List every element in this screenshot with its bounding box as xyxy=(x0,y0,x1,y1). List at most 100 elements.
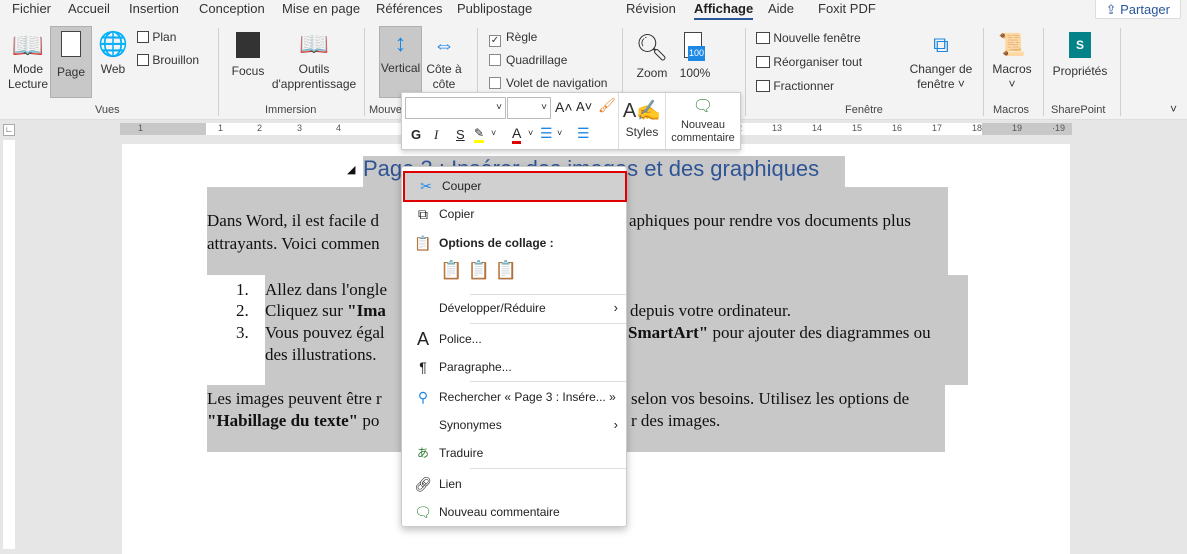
tab-references[interactable]: Références xyxy=(376,1,442,16)
menu-item-new-comment[interactable]: 🗨 Nouveau commentaire xyxy=(402,499,626,525)
list-item: Allez dans l'ongle xyxy=(265,280,388,299)
paragraph-icon: ¶ xyxy=(419,359,427,375)
menu-item-paragraph[interactable]: ¶ Paragraphe... xyxy=(402,354,626,380)
draft-icon xyxy=(137,54,149,66)
clipboard-icon: 📋 xyxy=(414,235,432,251)
menu-item-synonyms[interactable]: Synonymes › xyxy=(402,412,626,438)
web-icon: 🌐 xyxy=(98,31,128,58)
tab-aide[interactable]: Aide xyxy=(768,1,794,16)
underline-button[interactable]: S xyxy=(456,127,465,142)
bold-button[interactable]: G xyxy=(411,127,421,142)
tab-publipostage[interactable]: Publipostage xyxy=(457,1,532,16)
shrink-font-icon[interactable]: A˅ xyxy=(576,99,592,114)
chevron-right-icon: › xyxy=(613,300,618,315)
menu-item-search[interactable]: ⚲ Rechercher « Page 3 : Insére... » xyxy=(402,384,626,410)
new-window-icon xyxy=(756,32,770,44)
split-icon xyxy=(756,80,770,92)
vertical-ruler[interactable] xyxy=(3,140,15,549)
list-item: Cliquez sur "Ima xyxy=(265,301,386,320)
paragraph-text: attrayants. Voici commen xyxy=(207,234,380,253)
plan-button[interactable]: Plan xyxy=(137,30,176,44)
reorganiser-button[interactable]: Réorganiser tout xyxy=(756,55,862,69)
menu-item-copy[interactable]: ⧉ Copier xyxy=(402,201,626,227)
page-view-button[interactable]: Page xyxy=(50,26,92,98)
paste-text-only-icon[interactable]: 📋 xyxy=(495,260,517,280)
web-view-button[interactable]: 🌐 Web xyxy=(94,28,132,98)
menu-item-cut[interactable]: ✂ Couper xyxy=(403,171,627,202)
list-number: 3. xyxy=(236,323,249,342)
tab-accueil[interactable]: Accueil xyxy=(68,1,110,16)
list-item: Vous pouvez égal xyxy=(265,323,385,342)
magnifier-icon: 🔍︎ xyxy=(635,32,669,62)
collapse-heading-icon[interactable]: ◢ xyxy=(347,163,355,176)
changer-fenetre-button[interactable]: ⧉ Changer de fenêtre ˅ xyxy=(905,28,977,98)
regle-checkbox[interactable]: ✓ Règle xyxy=(489,30,537,47)
zoom-100-button[interactable]: 100 100% xyxy=(676,28,714,98)
grow-font-icon[interactable]: A˄ xyxy=(555,99,573,115)
tab-foxit-pdf[interactable]: Foxit PDF xyxy=(818,1,876,16)
group-label-immersion: Immersion xyxy=(265,104,317,116)
group-label-macros: Macros xyxy=(993,104,1030,116)
tab-insertion[interactable]: Insertion xyxy=(129,1,179,16)
nouvelle-fenetre-button[interactable]: Nouvelle fenêtre xyxy=(756,31,861,45)
paragraph-text: Les images peuvent être r xyxy=(207,389,382,408)
paste-merge-formatting-icon[interactable]: 📋 xyxy=(467,260,489,280)
new-comment-button[interactable]: 🗨 Nouveau commentaire xyxy=(666,95,740,147)
tab-mise-en-page[interactable]: Mise en page xyxy=(282,1,360,16)
link-icon: 🔗︎ xyxy=(414,476,432,492)
arrange-icon xyxy=(756,56,770,68)
tab-affichage[interactable]: Affichage xyxy=(694,1,754,20)
page-100-icon: 100 xyxy=(676,28,714,66)
zoom-button[interactable]: 🔍︎ Zoom xyxy=(630,28,674,98)
font-color-icon[interactable]: A xyxy=(512,125,522,144)
fractionner-button[interactable]: Fractionner xyxy=(756,79,834,93)
bullets-icon[interactable]: ☰ xyxy=(540,125,553,142)
tab-conception[interactable]: Conception xyxy=(199,1,265,16)
page-icon xyxy=(61,31,81,57)
focus-button[interactable]: Focus xyxy=(226,28,270,98)
italic-button[interactable]: I xyxy=(434,127,438,143)
scissors-icon: ✂ xyxy=(420,178,432,194)
format-painter-icon[interactable]: 🖌 xyxy=(598,97,616,114)
share-icon: ⇪ xyxy=(1105,2,1121,17)
tab-stop-selector[interactable]: ∟ xyxy=(3,124,15,136)
collapse-ribbon-icon[interactable]: ˅ xyxy=(1170,102,1177,116)
group-label-vues: Vues xyxy=(95,104,120,116)
font-name-dropdown[interactable]: ˅ xyxy=(405,97,506,119)
proprietes-button[interactable]: S Propriétés xyxy=(1048,28,1112,98)
menu-item-font[interactable]: A Police... xyxy=(402,326,626,352)
menu-item-link[interactable]: 🔗︎ Lien xyxy=(402,471,626,497)
paste-options: 📋 📋 📋 xyxy=(440,260,517,281)
comment-add-icon: 🗨 xyxy=(414,504,432,520)
chevron-right-icon: › xyxy=(613,417,618,432)
copy-icon: ⧉ xyxy=(418,206,428,222)
styles-button[interactable]: A✍ Styles xyxy=(620,97,664,147)
menu-item-translate[interactable]: あ Traduire xyxy=(402,440,626,466)
volet-navigation-checkbox[interactable]: Volet de navigation xyxy=(489,76,607,90)
brouillon-button[interactable]: Brouillon xyxy=(137,53,199,67)
share-button[interactable]: ⇪ Partager xyxy=(1094,0,1181,19)
mode-lecture-button[interactable]: 📖 Mode Lecture xyxy=(6,28,50,98)
vertical-scroll-icon: ↕ xyxy=(394,30,407,57)
numbering-icon[interactable]: ☰ xyxy=(577,125,590,142)
cote-a-cote-button[interactable]: ⇔ Côte à côte xyxy=(424,28,464,98)
group-label-fenetre: Fenêtre xyxy=(845,104,883,116)
tab-revision[interactable]: Révision xyxy=(626,1,676,16)
paragraph-text: "Habillage du texte" po xyxy=(207,411,380,430)
outils-apprentissage-button[interactable]: 📖 Outils d'apprentissage xyxy=(270,28,358,98)
mini-toolbar: ˅ ˅ A˄ A˅ 🖌 G I S ✎ ˅ A ˅ ☰ ˅ ☰ A✍ Styles 🗨 N… xyxy=(401,92,741,150)
paste-options-label: 📋 Options de collage : xyxy=(402,230,626,256)
smart-lookup-icon: ⚲ xyxy=(417,389,429,405)
paragraph-text: aphiques pour rendre vos documents plus xyxy=(629,211,911,230)
highlight-icon[interactable]: ✎ xyxy=(474,126,485,143)
macros-button[interactable]: 📜 Macros ˅ xyxy=(988,28,1036,98)
styles-icon: A✍ xyxy=(622,100,662,122)
font-size-dropdown[interactable]: ˅ xyxy=(507,97,551,119)
tab-fichier[interactable]: Fichier xyxy=(12,1,51,16)
quadrillage-checkbox[interactable]: Quadrillage xyxy=(489,53,567,67)
menu-item-expand-collapse[interactable]: Développer/Réduire › xyxy=(402,295,626,321)
list-item: SmartArt" pour ajouter des diagrammes ou xyxy=(628,323,931,342)
vertical-button[interactable]: ↕ Vertical xyxy=(379,26,422,98)
paste-keep-formatting-icon[interactable]: 📋 xyxy=(440,260,462,280)
switch-window-icon: ⧉ xyxy=(933,32,949,57)
